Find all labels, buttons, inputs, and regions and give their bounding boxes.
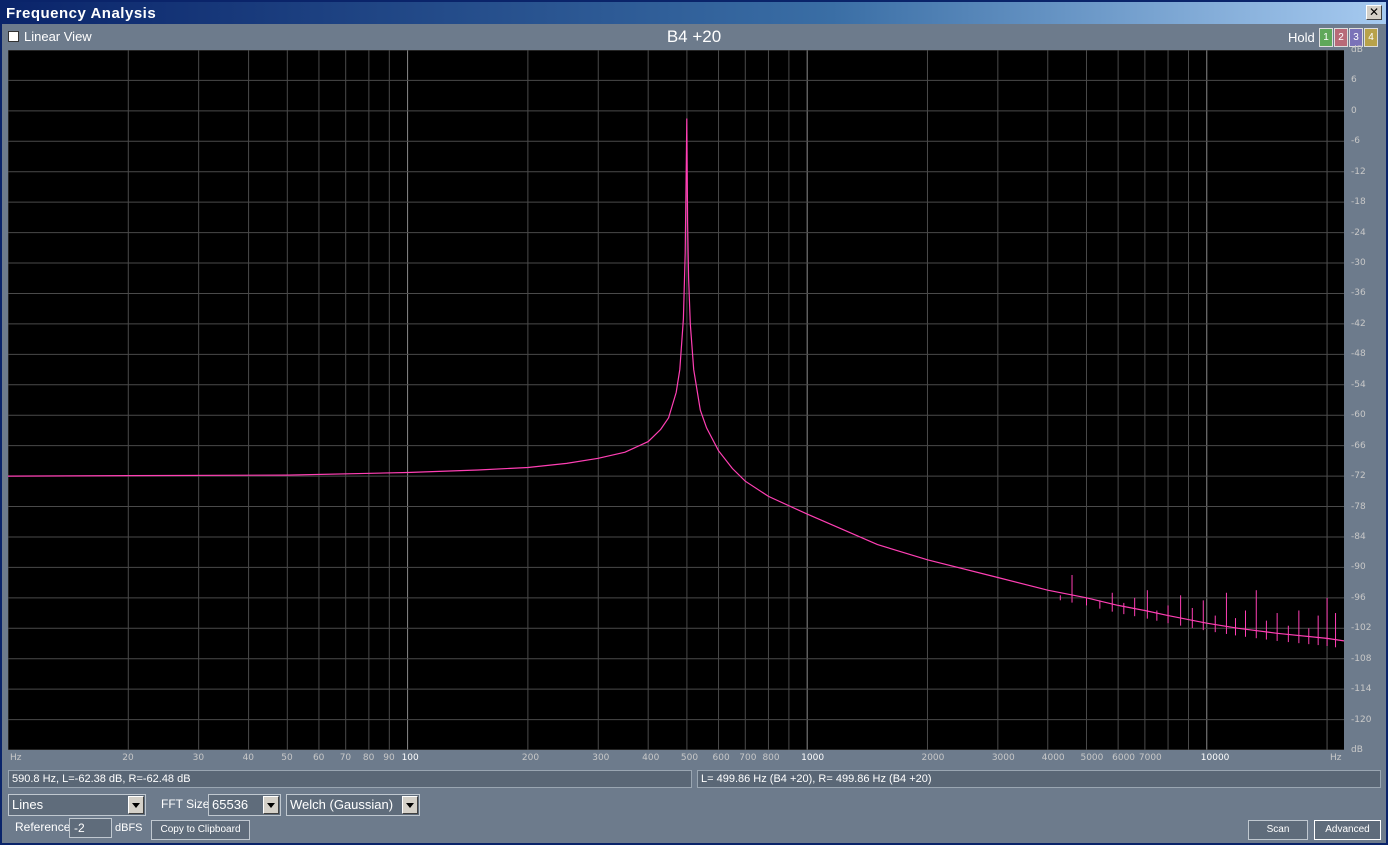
x-tick-label: 50 — [281, 753, 293, 763]
y-tick-label: -60 — [1351, 410, 1366, 421]
y-tick-label: -24 — [1351, 227, 1366, 238]
y-tick-label: 0 — [1351, 105, 1357, 116]
x-tick-label: 60 — [312, 753, 325, 763]
fft-size-label: FFT Size — [161, 797, 210, 811]
y-tick-label: -102 — [1351, 623, 1372, 634]
cursor-readout: 590.8 Hz, L=-62.38 dB, R=-62.48 dB — [8, 770, 692, 788]
spectrum-plot[interactable] — [8, 50, 1344, 750]
peak-readout: L= 499.86 Hz (B4 +20), R= 499.86 Hz (B4 … — [697, 770, 1381, 788]
x-tick-label: 700 — [739, 753, 757, 763]
x-tick-label: 100 — [401, 753, 419, 763]
close-icon[interactable]: ✕ — [1366, 5, 1382, 20]
hold-button-1[interactable]: 1 — [1319, 28, 1333, 47]
y-tick-label: -108 — [1351, 653, 1372, 664]
x-tick-label: Hz — [10, 753, 22, 763]
detected-note-title: B4 +20 — [666, 27, 722, 46]
chevron-down-icon[interactable] — [402, 796, 418, 814]
y-tick-label: -42 — [1351, 318, 1366, 329]
y-tick-label: -66 — [1351, 440, 1366, 451]
reference-unit: dBFS — [115, 822, 143, 834]
y-tick-label: -54 — [1351, 379, 1366, 390]
x-tick-label: 40 — [242, 753, 255, 763]
x-tick-label: 90 — [383, 753, 395, 763]
x-tick-label: 7000 — [1138, 753, 1162, 763]
x-tick-label: 800 — [762, 753, 780, 763]
y-tick-label: -96 — [1351, 592, 1366, 603]
y-tick-label: -84 — [1351, 531, 1366, 542]
plot-background — [8, 50, 1344, 750]
y-tick-label: -72 — [1351, 471, 1366, 482]
window-function-select[interactable]: Welch (Gaussian) — [286, 794, 420, 816]
x-tick-label: 20 — [122, 753, 134, 763]
chevron-down-icon[interactable] — [128, 796, 144, 814]
fft-size-value: 65536 — [212, 797, 249, 812]
title-bar[interactable]: Frequency Analysis ✕ — [2, 2, 1386, 24]
y-tick-label: -78 — [1351, 501, 1366, 512]
display-mode-value: Lines — [12, 797, 44, 812]
x-tick-label: 3000 — [991, 753, 1015, 763]
copy-to-clipboard-button[interactable]: Copy to Clipboard — [151, 820, 250, 840]
fft-size-select[interactable]: 65536 — [208, 794, 281, 816]
y-tick-label: -48 — [1351, 349, 1366, 360]
x-tick-label: 400 — [642, 753, 660, 763]
x-tick-label: 4000 — [1041, 753, 1065, 763]
y-tick-label: -6 — [1351, 136, 1360, 147]
x-tick-label: 5000 — [1080, 753, 1104, 763]
chevron-down-icon[interactable] — [263, 796, 279, 814]
x-tick-label: 80 — [362, 753, 375, 763]
hold-button-2[interactable]: 2 — [1334, 28, 1348, 47]
x-tick-label: 10000 — [1200, 753, 1230, 763]
y-tick-label: dB — [1351, 45, 1363, 55]
x-tick-label: 30 — [192, 753, 205, 763]
x-tick-label: 600 — [712, 753, 730, 763]
x-tick-label: Hz — [1330, 753, 1342, 763]
x-tick-label: 1000 — [801, 753, 825, 763]
advanced-button[interactable]: Advanced — [1314, 820, 1381, 840]
y-tick-label: -18 — [1351, 197, 1366, 208]
reference-label: Reference — [15, 820, 71, 834]
hold-button-4[interactable]: 4 — [1364, 28, 1378, 47]
display-mode-select[interactable]: Lines — [8, 794, 146, 816]
y-tick-label: dB — [1351, 745, 1363, 755]
window-title: Frequency Analysis — [6, 5, 157, 22]
y-tick-label: -90 — [1351, 562, 1366, 573]
y-tick-label: -120 — [1351, 714, 1372, 725]
hold-label: Hold — [1288, 30, 1315, 45]
y-tick-label: -12 — [1351, 166, 1366, 177]
x-tick-label: 6000 — [1112, 753, 1136, 763]
y-tick-label: -30 — [1351, 258, 1366, 269]
x-tick-label: 200 — [521, 753, 540, 763]
scan-button[interactable]: Scan — [1248, 820, 1308, 840]
y-tick-label: -36 — [1351, 288, 1366, 299]
reference-input[interactable]: -2 — [69, 818, 112, 838]
x-tick-label: 300 — [592, 753, 610, 763]
window-function-value: Welch (Gaussian) — [290, 797, 394, 812]
y-tick-label: 6 — [1351, 75, 1357, 86]
x-tick-label: 2000 — [921, 753, 945, 763]
y-tick-label: -114 — [1351, 684, 1372, 695]
x-tick-label: 500 — [680, 753, 699, 763]
x-tick-label: 70 — [339, 753, 352, 763]
